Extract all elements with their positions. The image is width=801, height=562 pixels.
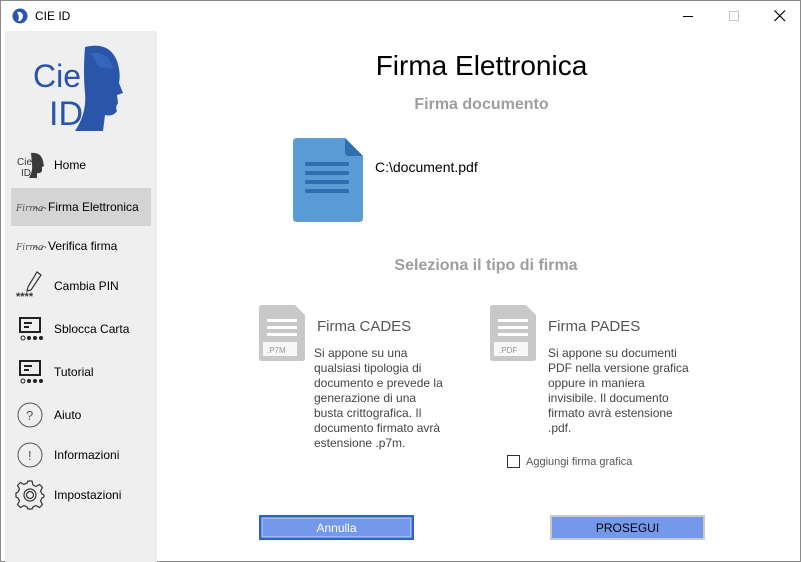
card-reader-icon (19, 317, 43, 341)
sidebar-item-tutorial[interactable]: Tutorial (11, 353, 151, 391)
cancel-button[interactable]: Annulla (259, 515, 414, 540)
description-line: oppure in maniera (548, 376, 645, 390)
gear-icon (15, 480, 45, 510)
sidebar: Cie ID Cie ID Home Firma Firma Elettroni… (5, 31, 157, 562)
sidebar-item-firma-elettronica[interactable]: Firma Firma Elettronica (11, 188, 151, 226)
description-line: generazione di una (314, 391, 417, 405)
page-title: Firma Elettronica (375, 50, 588, 81)
minimize-icon (682, 15, 693, 17)
sidebar-item-sblocca-carta[interactable]: Sblocca Carta (11, 310, 151, 348)
close-icon (774, 10, 786, 22)
cie-id-logo: Cie ID (33, 45, 123, 133)
sidebar-item-label: Tutorial (54, 365, 94, 379)
proceed-button[interactable]: PROSEGUI (550, 515, 705, 540)
description-line: Si appone su una (314, 346, 408, 360)
sidebar-item-label: Cambia PIN (54, 279, 119, 293)
signature-icon: Firma (15, 204, 47, 214)
svg-text:!: ! (28, 448, 32, 463)
description-line: documento e prevede la (314, 376, 443, 390)
svg-text:.PDF: .PDF (499, 346, 517, 355)
signature-icon: Firma (15, 243, 47, 253)
pades-option-description: Si appone su documenti PDF nella version… (548, 346, 689, 436)
sidebar-item-informazioni[interactable]: ! Informazioni (11, 436, 151, 474)
sidebar-item-verifica-firma[interactable]: Firma Verifica firma (11, 227, 151, 265)
card-reader-icon (19, 360, 43, 384)
svg-text:.P7M: .P7M (267, 346, 286, 355)
sidebar-item-label: Sblocca Carta (54, 322, 130, 336)
add-graphic-signature-checkbox[interactable] (507, 455, 520, 468)
sidebar-item-label: Informazioni (54, 448, 120, 462)
add-graphic-signature-label: Aggiungi firma grafica (526, 456, 633, 468)
maximize-icon (728, 10, 739, 21)
description-line: PDF nella versione grafica (548, 361, 689, 375)
pades-option-title[interactable]: Firma PADES (548, 318, 640, 335)
description-line: busta crittografica. Il (314, 406, 422, 420)
sidebar-item-aiuto[interactable]: ? Aiuto (11, 396, 151, 434)
signature-type-label: Seleziona il tipo di firma (394, 257, 578, 274)
svg-text:?: ? (26, 408, 33, 423)
sidebar-item-cambia-pin[interactable]: **** Cambia PIN (11, 267, 151, 305)
description-line: invisibile. Il documento (548, 391, 669, 405)
app-window: CIE ID Cie ID Cie ID Home Firma Firma El… (0, 0, 801, 562)
sidebar-item-label: Impostazioni (54, 488, 122, 502)
description-line: .pdf. (548, 421, 572, 435)
pdf-file-icon[interactable]: .PDF (490, 305, 536, 361)
description-line: estensione .p7m. (314, 436, 406, 450)
sidebar-item-label: Firma Elettronica (48, 200, 139, 214)
svg-text:ID: ID (49, 95, 83, 133)
description-line: documento firmato avrà (314, 421, 441, 435)
sidebar-item-home[interactable]: Cie ID Home (11, 146, 151, 184)
question-icon: ? (17, 402, 43, 428)
svg-text:****: **** (16, 291, 34, 301)
svg-text:Firma: Firma (15, 204, 43, 214)
svg-text:Firma: Firma (15, 243, 43, 253)
document-icon (293, 138, 363, 222)
sidebar-item-label: Aiuto (54, 408, 82, 422)
app-icon (12, 8, 28, 24)
minimize-button[interactable] (665, 1, 711, 31)
close-button[interactable] (757, 1, 801, 31)
p7m-file-icon[interactable]: .P7M (259, 305, 305, 361)
sidebar-item-label: Verifica firma (48, 239, 118, 253)
description-line: qualsiasi tipologia di (314, 361, 422, 375)
sidebar-item-label: Home (54, 158, 87, 172)
description-line: firmato avrà estensione (548, 406, 673, 420)
page-subtitle: Firma documento (414, 96, 549, 113)
cie-id-icon: Cie ID (17, 152, 44, 179)
cades-option-description: Si appone su una qualsiasi tipologia di … (314, 346, 443, 451)
cades-option-title[interactable]: Firma CADES (317, 318, 411, 335)
description-line: Si appone su documenti (548, 346, 677, 360)
svg-text:Cie: Cie (17, 157, 32, 168)
title-bar: CIE ID (1, 1, 800, 31)
svg-text:Cie: Cie (33, 58, 81, 94)
document-path: C:\document.pdf (375, 159, 478, 175)
svg-text:ID: ID (21, 168, 31, 179)
info-icon: ! (17, 442, 43, 468)
sidebar-item-impostazioni[interactable]: Impostazioni (11, 476, 151, 514)
window-title: CIE ID (35, 9, 71, 23)
pen-pin-icon: **** (16, 271, 42, 301)
maximize-button[interactable] (711, 1, 757, 31)
